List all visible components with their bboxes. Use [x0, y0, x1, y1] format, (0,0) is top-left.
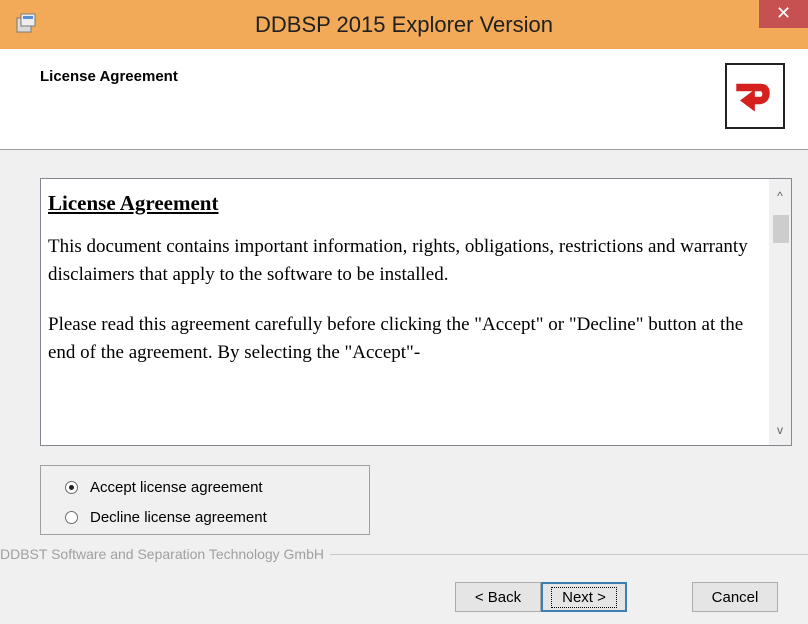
license-heading: License Agreement [48, 191, 219, 215]
back-button[interactable]: < Back [455, 582, 541, 612]
accept-label[interactable]: Accept license agreement [90, 479, 263, 496]
license-text-content: License Agreement This document contains… [48, 189, 758, 389]
license-paragraph-2: Please read this agreement carefully bef… [48, 314, 744, 363]
header-panel: License Agreement [0, 49, 808, 150]
license-paragraph-1: This document contains important informa… [48, 236, 748, 285]
next-button-label: Next > [551, 586, 617, 608]
decline-option[interactable]: Decline license agreement [65, 506, 267, 528]
ddbst-logo-icon [725, 63, 785, 129]
scroll-up-icon[interactable]: ^ [769, 189, 791, 209]
company-name: DDBST Software and Separation Technology… [0, 546, 330, 562]
page-title: License Agreement [40, 68, 178, 85]
close-button[interactable]: ✕ [759, 0, 808, 28]
decline-radio[interactable] [65, 510, 78, 524]
decline-label[interactable]: Decline license agreement [90, 509, 267, 526]
title-bar: DDBSP 2015 Explorer Version ✕ [0, 0, 808, 49]
license-choice-group: Accept license agreement Decline license… [40, 465, 370, 535]
scroll-thumb[interactable] [773, 215, 789, 243]
accept-radio[interactable] [65, 480, 78, 494]
vertical-scrollbar[interactable]: ^ v [769, 179, 791, 445]
window-title: DDBSP 2015 Explorer Version [255, 12, 553, 37]
scroll-down-icon[interactable]: v [769, 423, 791, 443]
accept-option[interactable]: Accept license agreement [65, 476, 263, 498]
license-text-box[interactable]: License Agreement This document contains… [40, 178, 792, 446]
cancel-button[interactable]: Cancel [692, 582, 778, 612]
next-button[interactable]: Next > [541, 582, 627, 612]
